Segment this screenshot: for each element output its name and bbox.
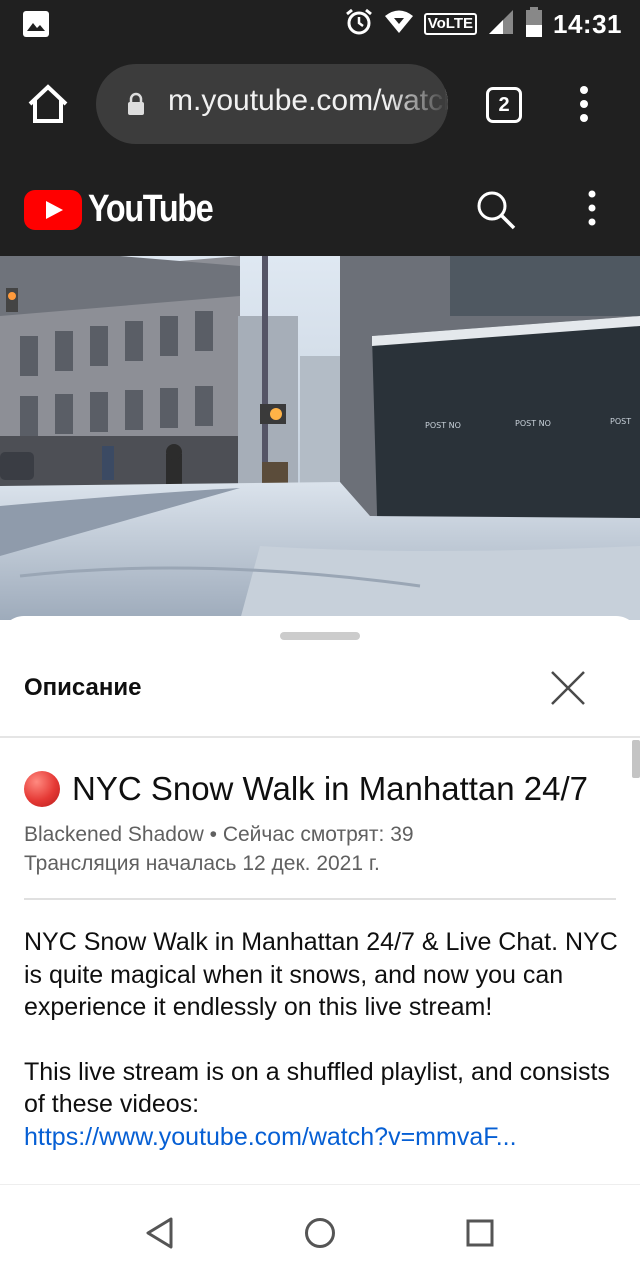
browser-home-button[interactable] bbox=[24, 80, 72, 128]
back-button[interactable] bbox=[144, 1216, 176, 1255]
youtube-header: YouTube bbox=[0, 160, 640, 256]
divider bbox=[24, 898, 616, 900]
status-time: 14:31 bbox=[553, 8, 622, 39]
video-title: NYC Snow Walk in Manhattan 24/7 bbox=[24, 770, 588, 808]
video-player[interactable]: POST NO POST NO POST bbox=[0, 256, 640, 620]
recents-icon bbox=[466, 1219, 494, 1247]
more-vert-icon bbox=[588, 190, 596, 226]
video-title-text: NYC Snow Walk in Manhattan 24/7 bbox=[72, 770, 589, 807]
drag-handle[interactable] bbox=[280, 632, 360, 640]
video-frame: POST NO POST NO POST bbox=[0, 256, 640, 620]
alarm-icon bbox=[344, 7, 374, 42]
youtube-logo-text: YouTube bbox=[88, 188, 214, 230]
description-panel: Описание NYC Snow Walk in Manhattan 24/7… bbox=[0, 616, 640, 1184]
close-button[interactable] bbox=[546, 666, 590, 710]
home-circle-icon bbox=[305, 1218, 335, 1248]
home-icon bbox=[28, 84, 68, 123]
status-bar: VoLTE 14:31 bbox=[0, 0, 640, 48]
youtube-menu-button[interactable] bbox=[574, 188, 610, 228]
search-icon bbox=[477, 191, 516, 230]
browser-menu-button[interactable] bbox=[566, 84, 602, 124]
lock-icon bbox=[126, 92, 146, 121]
browser-toolbar: m.youtube.com/watch 2 bbox=[0, 48, 640, 160]
live-dot-icon bbox=[24, 771, 60, 807]
playlist-link[interactable]: https://www.youtube.com/watch?v=mmvaF... bbox=[24, 1121, 624, 1154]
svg-text:POST NO: POST NO bbox=[425, 421, 461, 430]
close-icon bbox=[551, 671, 585, 705]
more-vert-icon bbox=[580, 86, 588, 122]
scrollbar[interactable] bbox=[632, 740, 640, 778]
description-body: NYC Snow Walk in Manhattan 24/7 & Live C… bbox=[24, 926, 624, 1153]
panel-heading: Описание bbox=[24, 674, 142, 701]
svg-text:POST: POST bbox=[610, 417, 631, 426]
search-button[interactable] bbox=[474, 188, 518, 232]
volte-badge: VoLTE bbox=[423, 13, 477, 35]
address-bar[interactable]: m.youtube.com/watch bbox=[96, 64, 448, 144]
svg-text:POST NO: POST NO bbox=[515, 419, 551, 428]
divider bbox=[0, 736, 640, 738]
stream-start-date: Трансляция началась 12 дек. 2021 г. bbox=[24, 852, 380, 875]
wifi-icon bbox=[384, 9, 414, 40]
navigation-bar bbox=[0, 1184, 640, 1280]
youtube-play-icon bbox=[24, 189, 82, 230]
home-button[interactable] bbox=[304, 1217, 336, 1254]
image-icon bbox=[22, 10, 50, 43]
back-icon bbox=[146, 1217, 173, 1249]
tab-switcher-button[interactable]: 2 bbox=[486, 87, 522, 123]
recents-button[interactable] bbox=[466, 1219, 494, 1252]
description-paragraph: This live stream is on a shuffled playli… bbox=[24, 1057, 610, 1119]
channel-and-viewers: Blackened Shadow • Сейчас смотрят: 39 bbox=[24, 823, 414, 846]
youtube-logo[interactable]: YouTube bbox=[24, 188, 234, 231]
description-paragraph: NYC Snow Walk in Manhattan 24/7 & Live C… bbox=[24, 928, 618, 1021]
video-meta: Blackened Shadow • Сейчас смотрят: 39 Тр… bbox=[24, 820, 414, 878]
signal-icon bbox=[487, 8, 515, 41]
battery-icon bbox=[525, 6, 543, 42]
